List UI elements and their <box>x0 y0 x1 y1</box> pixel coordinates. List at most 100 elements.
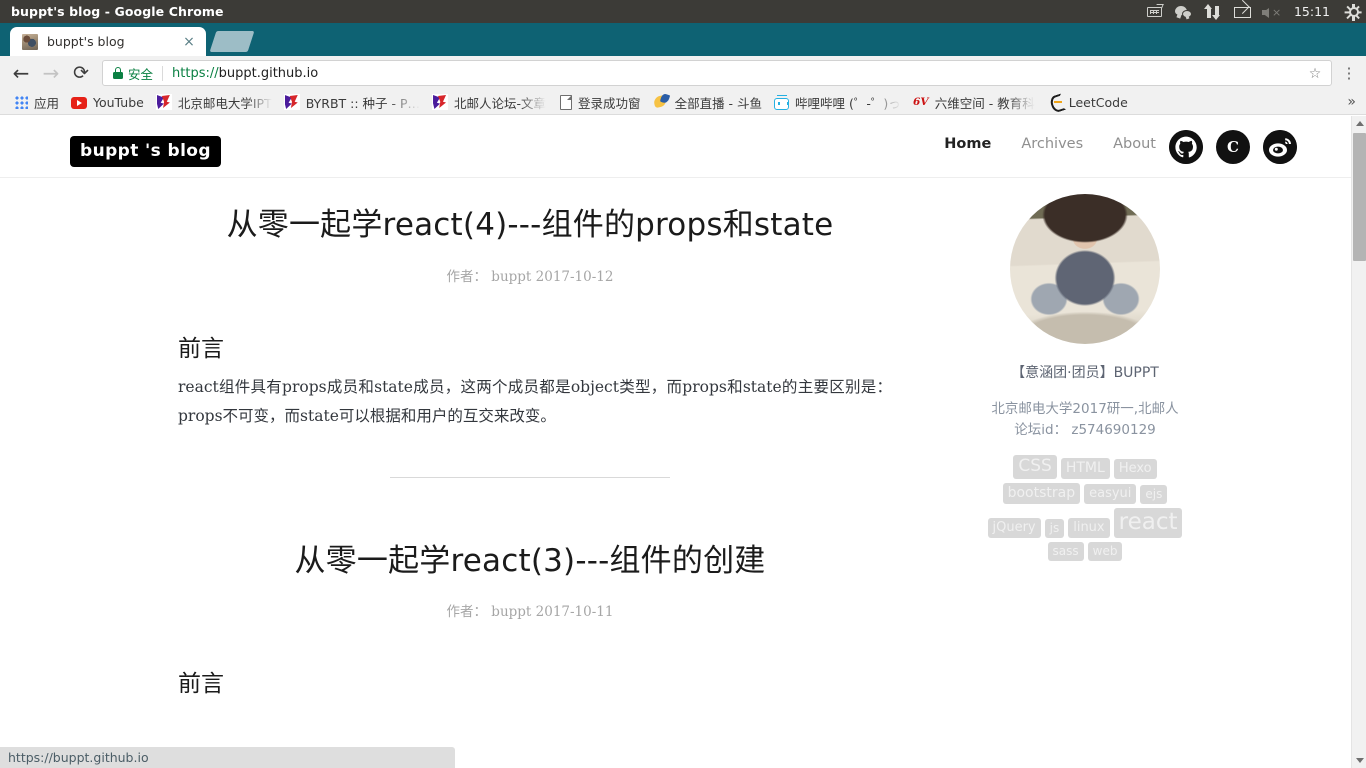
post-title[interactable]: 从零一起学react(4)---组件的props和state <box>150 206 910 246</box>
tag-bootstrap[interactable]: bootstrap <box>1002 482 1081 504</box>
utorrent-bird-icon <box>283 94 300 110</box>
lock-icon <box>113 67 123 79</box>
arrow-right-icon: → <box>42 61 60 85</box>
tag-linux[interactable]: linux <box>1068 517 1110 538</box>
scrollbar-thumb[interactable] <box>1353 133 1366 261</box>
bookmark-byrbt[interactable]: BYRBT :: 种子 - P… <box>278 92 426 113</box>
browser-toolbar: ← → ⟳ 安全 https://buppt.github.io ☆ ⋮ <box>0 56 1366 90</box>
apps-grid-icon <box>15 95 28 109</box>
profile-name: 【意涵团·团员】BUPPT <box>1011 365 1159 381</box>
wechat-icon[interactable] <box>1174 4 1193 20</box>
reload-icon: ⟳ <box>73 62 89 84</box>
bilibili-icon <box>774 95 790 110</box>
tag-easyui[interactable]: easyui <box>1084 483 1137 504</box>
bookmark-leetcode[interactable]: LeetCode <box>1041 92 1134 113</box>
volume-muted-icon[interactable]: × <box>1261 4 1281 20</box>
url-host: buppt.github.io <box>218 65 319 81</box>
page-scrollbar[interactable] <box>1351 116 1366 768</box>
post-item: 从零一起学react(3)---组件的创建 作者： buppt 2017-10-… <box>150 478 910 699</box>
youtube-icon <box>71 97 88 109</box>
post-section-heading: 前言 <box>178 671 224 698</box>
forward-button[interactable]: → <box>36 58 66 88</box>
address-bar[interactable]: 安全 https://buppt.github.io ☆ <box>102 60 1332 86</box>
bookmark-apps[interactable]: 应用 <box>0 92 65 113</box>
nav-item-archives[interactable]: Archives <box>1021 136 1083 152</box>
site-header: buppt 's blog Home Archives About C <box>0 116 1352 178</box>
bookmark-bupt-ipt[interactable]: 北京邮电大学IPT <box>150 92 278 113</box>
os-window-title: buppt's blog - Google Chrome <box>11 4 224 19</box>
tag-web[interactable]: web <box>1087 541 1123 561</box>
post-meta: 作者： buppt 2017-10-12 <box>446 268 614 285</box>
sixv-icon: 6V <box>913 96 929 108</box>
nav-item-about[interactable]: About <box>1113 136 1156 152</box>
tag-ejs[interactable]: ejs <box>1140 484 1168 504</box>
bookmark-label: 北京邮电大学IPT <box>177 95 272 111</box>
scroll-up-button[interactable] <box>1352 116 1366 131</box>
tag-react[interactable]: react <box>1113 507 1183 538</box>
url-text: https://buppt.github.io <box>172 66 318 81</box>
system-clock[interactable]: 15:11 <box>1294 4 1330 19</box>
bookmark-byr-forum[interactable]: 北邮人论坛-文章 <box>426 92 552 113</box>
bookmark-label: 北邮人论坛-文章 <box>454 95 547 111</box>
douyu-fish-icon <box>653 94 669 110</box>
bookmark-douyu[interactable]: 全部直播 - 斗鱼 <box>647 92 768 113</box>
post-list: 从零一起学react(4)---组件的props和state 作者： buppt… <box>150 178 910 698</box>
bookmark-label: LeetCode <box>1068 94 1128 110</box>
bookmark-login-success[interactable]: 登录成功窗 <box>552 92 647 113</box>
bookmark-sixv[interactable]: 6V 六维空间 - 教育科 <box>907 92 1041 113</box>
browser-tab[interactable]: buppt's blog × <box>10 27 206 56</box>
divider <box>162 65 164 81</box>
tag-css[interactable]: CSS <box>1013 454 1057 479</box>
leetcode-icon <box>1047 94 1063 110</box>
bookmark-bilibili[interactable]: 哔哩哔哩 (゜-゜)っ <box>768 92 907 113</box>
bookmark-label: 全部直播 - 斗鱼 <box>674 95 763 111</box>
bookmark-star-icon[interactable]: ☆ <box>1307 66 1323 82</box>
bookmarks-overflow-button[interactable]: » <box>1347 94 1356 110</box>
social-links: C <box>1169 130 1297 164</box>
tab-title: buppt's blog <box>47 34 125 49</box>
github-icon[interactable] <box>1169 130 1203 164</box>
bookmark-label: 哔哩哔哩 (゜-゜)っ <box>795 95 901 111</box>
network-updown-icon[interactable] <box>1204 3 1222 20</box>
nav-item-home[interactable]: Home <box>944 136 991 152</box>
post-meta: 作者： buppt 2017-10-11 <box>446 604 614 621</box>
back-button[interactable]: ← <box>6 58 36 88</box>
new-tab-button[interactable] <box>209 31 255 56</box>
bookmark-label: 六维空间 - 教育科 <box>934 95 1035 111</box>
os-window-titlebar: buppt's blog - Google Chrome × 15:11 <box>0 0 1366 23</box>
post-body: react组件具有props成员和state成员，这两个成员都是object类型… <box>178 377 892 425</box>
mail-icon[interactable] <box>1233 4 1251 20</box>
chrome-menu-button[interactable]: ⋮ <box>1336 58 1362 88</box>
document-icon <box>560 94 573 110</box>
weibo-icon[interactable] <box>1263 130 1297 164</box>
tag-html[interactable]: HTML <box>1060 457 1110 479</box>
tag-hexo[interactable]: Hexo <box>1113 458 1157 479</box>
close-icon[interactable]: × <box>180 33 198 51</box>
avatar <box>1010 194 1160 344</box>
sidebar: 【意涵团·团员】BUPPT 北京邮电大学2017研一,北邮人 论坛id： z57… <box>960 178 1210 561</box>
tab-favicon-icon <box>22 33 38 50</box>
reload-button[interactable]: ⟳ <box>66 58 96 88</box>
bookmark-youtube[interactable]: YouTube <box>65 92 150 113</box>
bookmark-label: 登录成功窗 <box>578 95 641 111</box>
power-gear-icon[interactable] <box>1344 3 1362 21</box>
scroll-down-button[interactable] <box>1352 753 1366 768</box>
new-tab-shape <box>209 31 255 52</box>
tag-jquery[interactable]: jQuery <box>987 517 1041 538</box>
site-brand-logo[interactable]: buppt 's blog <box>70 136 221 167</box>
bookmarks-bar: 应用 YouTube 北京邮电大学IPT BYRBT :: 种子 - P… 北邮… <box>0 90 1366 115</box>
profile-desc-line1: 北京邮电大学2017研一,北邮人 <box>991 401 1179 417</box>
csdn-icon[interactable]: C <box>1216 130 1250 164</box>
bookmark-label: 应用 <box>34 95 60 111</box>
arrow-left-icon: ← <box>12 61 30 85</box>
post-item: 从零一起学react(4)---组件的props和state 作者： buppt… <box>150 178 910 478</box>
keyboard-icon[interactable] <box>1146 3 1164 20</box>
post-title[interactable]: 从零一起学react(3)---组件的创建 <box>150 542 910 582</box>
tag-js[interactable]: js <box>1044 518 1065 538</box>
site-nav: Home Archives About <box>944 136 1156 152</box>
bookmark-label: YouTube <box>93 94 144 110</box>
url-scheme: https:// <box>172 65 219 81</box>
csdn-letter: C <box>1227 138 1239 156</box>
tag-cloud: CSS HTML Hexo bootstrap easyui ejs jQuery js lin… <box>980 454 1190 561</box>
tag-sass[interactable]: sass <box>1047 541 1084 561</box>
